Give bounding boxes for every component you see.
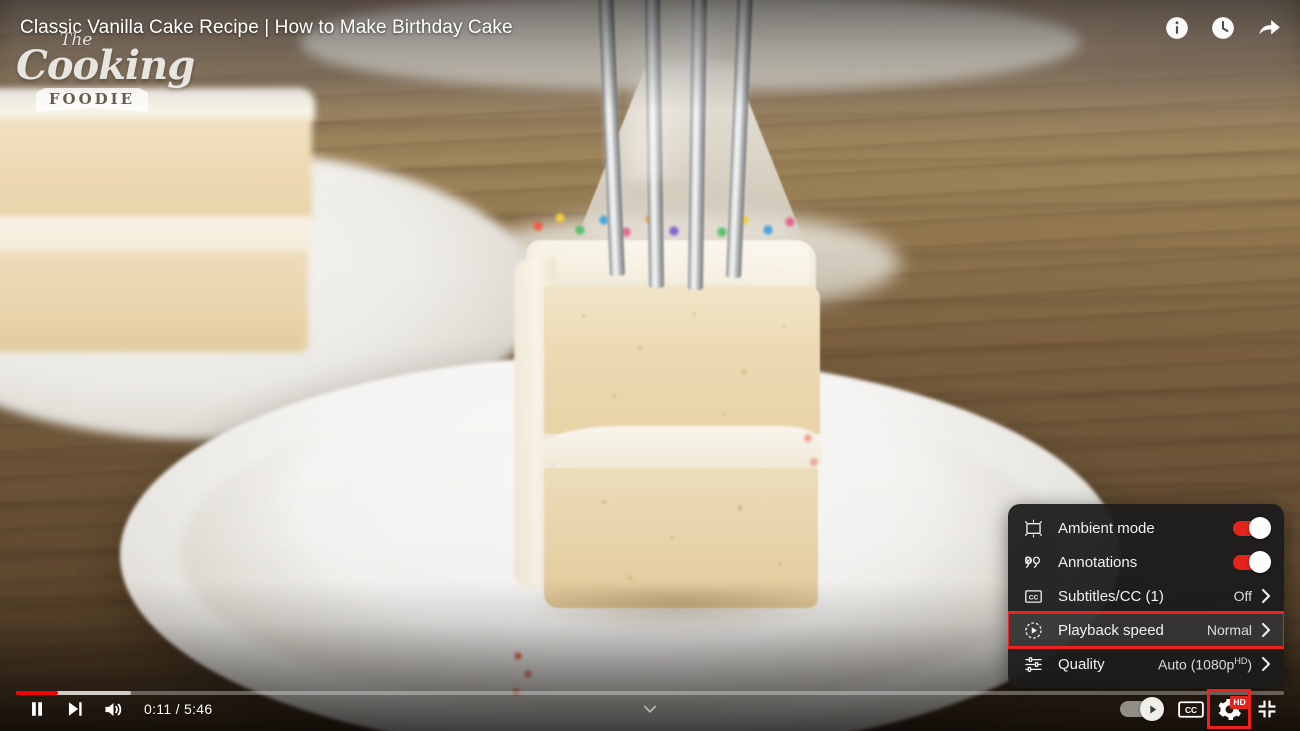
chevron-right-icon (1261, 588, 1271, 604)
background-cake-slice (0, 88, 315, 352)
quality-value-main: Auto (1080p (1158, 656, 1235, 673)
exit-fullscreen-button[interactable] (1248, 690, 1286, 728)
cake-crumb-texture-upper (544, 286, 820, 434)
toggle-knob (1249, 551, 1271, 573)
menu-item-label: Playback speed (1058, 621, 1164, 639)
menu-item-ambient-mode[interactable]: Ambient mode (1008, 511, 1284, 545)
menu-item-value: Auto (1080pHD) (1158, 656, 1252, 673)
menu-item-annotations[interactable]: Annotations (1008, 545, 1284, 579)
quality-value-hd: HD (1234, 655, 1248, 666)
subtitles-cc-button[interactable]: CC (1172, 690, 1210, 728)
menu-item-label: Quality (1058, 655, 1105, 673)
autoplay-toggle[interactable] (1120, 697, 1164, 721)
volume-button[interactable] (94, 690, 132, 728)
menu-item-value: Normal (1206, 622, 1252, 638)
video-title: Classic Vanilla Cake Recipe | How to Mak… (20, 17, 513, 38)
cake-sponge-layer-lower (0, 252, 308, 352)
cake-base-shadow (528, 590, 828, 634)
top-actions-group (1164, 15, 1282, 41)
menu-item-subtitles-cc[interactable]: CC Subtitles/CC (1) Off (1008, 579, 1284, 613)
youtube-video-player[interactable]: The Cooking FOODIE Classic Vanilla Cake … (0, 0, 1300, 731)
menu-item-label: Subtitles/CC (1) (1058, 587, 1164, 605)
pink-sprinkles-right (800, 428, 826, 498)
menu-item-quality[interactable]: Quality Auto (1080pHD) (1008, 647, 1284, 681)
info-icon[interactable] (1164, 15, 1190, 41)
toggle-knob (1249, 517, 1271, 539)
cake-frosting-top (0, 88, 315, 122)
settings-gear-button[interactable]: HD (1207, 689, 1251, 729)
time-display: 0:11 / 5:46 (144, 701, 213, 717)
quality-icon (1022, 653, 1044, 675)
chevron-right-icon (1261, 656, 1271, 672)
menu-item-playback-speed[interactable]: Playback speed Normal (1008, 611, 1284, 649)
pause-button[interactable] (18, 690, 56, 728)
player-control-bar: 0:11 / 5:46 CC HD (0, 687, 1300, 731)
settings-menu-panel[interactable]: Ambient mode Annotations CC Subtitles/CC… (1008, 504, 1284, 688)
quality-value-tail: ) (1247, 656, 1252, 673)
menu-item-label: Annotations (1058, 553, 1138, 571)
share-icon[interactable] (1256, 15, 1282, 41)
cake-crumb-texture-lower (544, 468, 818, 608)
annotations-icon (1022, 551, 1044, 573)
cake-cream-filling (0, 216, 310, 256)
ambient-mode-icon (1022, 517, 1044, 539)
menu-item-label: Ambient mode (1058, 519, 1155, 537)
closed-captions-icon: CC (1022, 585, 1044, 607)
next-video-button[interactable] (56, 690, 94, 728)
cake-sponge-layer-upper (0, 118, 312, 220)
ambient-mode-toggle[interactable] (1233, 517, 1271, 539)
player-top-bar: Classic Vanilla Cake Recipe | How to Mak… (0, 0, 1300, 56)
autoplay-knob (1140, 697, 1164, 721)
svg-text:CC: CC (1185, 705, 1197, 715)
menu-item-value: Off (1233, 588, 1252, 604)
chevron-right-icon (1261, 622, 1271, 638)
annotations-toggle[interactable] (1233, 551, 1271, 573)
svg-text:CC: CC (1028, 594, 1038, 601)
watch-later-icon[interactable] (1210, 15, 1236, 41)
playback-speed-icon (1022, 619, 1044, 641)
hd-quality-badge: HD (1230, 696, 1249, 709)
